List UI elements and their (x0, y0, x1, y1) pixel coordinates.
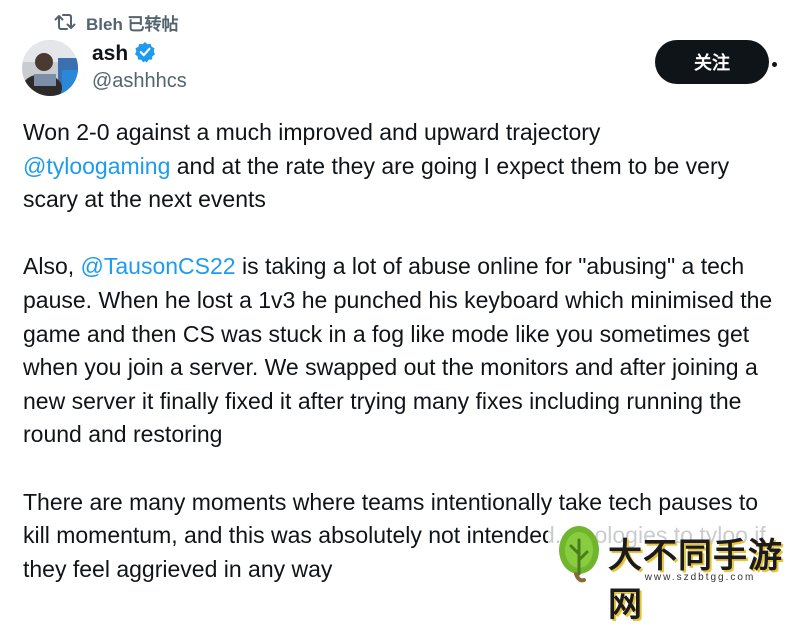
retweet-icon (54, 12, 76, 32)
leaf-logo-icon (559, 526, 599, 583)
tweet-text-segment: Won 2-0 against a much improved and upwa… (23, 119, 601, 145)
mention-link[interactable]: @TausonCS22 (81, 253, 236, 279)
tweet-paragraph: Also, @TausonCS22 is taking a lot of abu… (23, 250, 783, 452)
avatar[interactable] (22, 40, 78, 96)
display-name[interactable]: ash (92, 42, 128, 66)
tweet-text-segment: Also, (23, 253, 81, 280)
retweet-label[interactable]: Bleh 已转帖 (86, 10, 179, 35)
more-horizontal-icon (753, 61, 759, 67)
handle[interactable]: @ashhhcs (92, 70, 187, 93)
tweet-text-segment: is taking a lot of abuse online for "abu… (23, 253, 773, 448)
more-options-button[interactable] (748, 50, 782, 78)
tweet-paragraph: Won 2-0 against a much improved and upwa… (23, 116, 783, 217)
retweet-indicator: Bleh 已转帖 (54, 10, 179, 34)
site-watermark: 大不同手游网 www.szdbtgg.com (548, 520, 800, 625)
author-block: ash @ashhhcs (92, 40, 187, 93)
verified-badge-icon[interactable] (134, 41, 156, 68)
mention-link[interactable]: @tyloogaming (23, 153, 170, 179)
watermark-url: www.szdbtgg.com (644, 572, 756, 583)
